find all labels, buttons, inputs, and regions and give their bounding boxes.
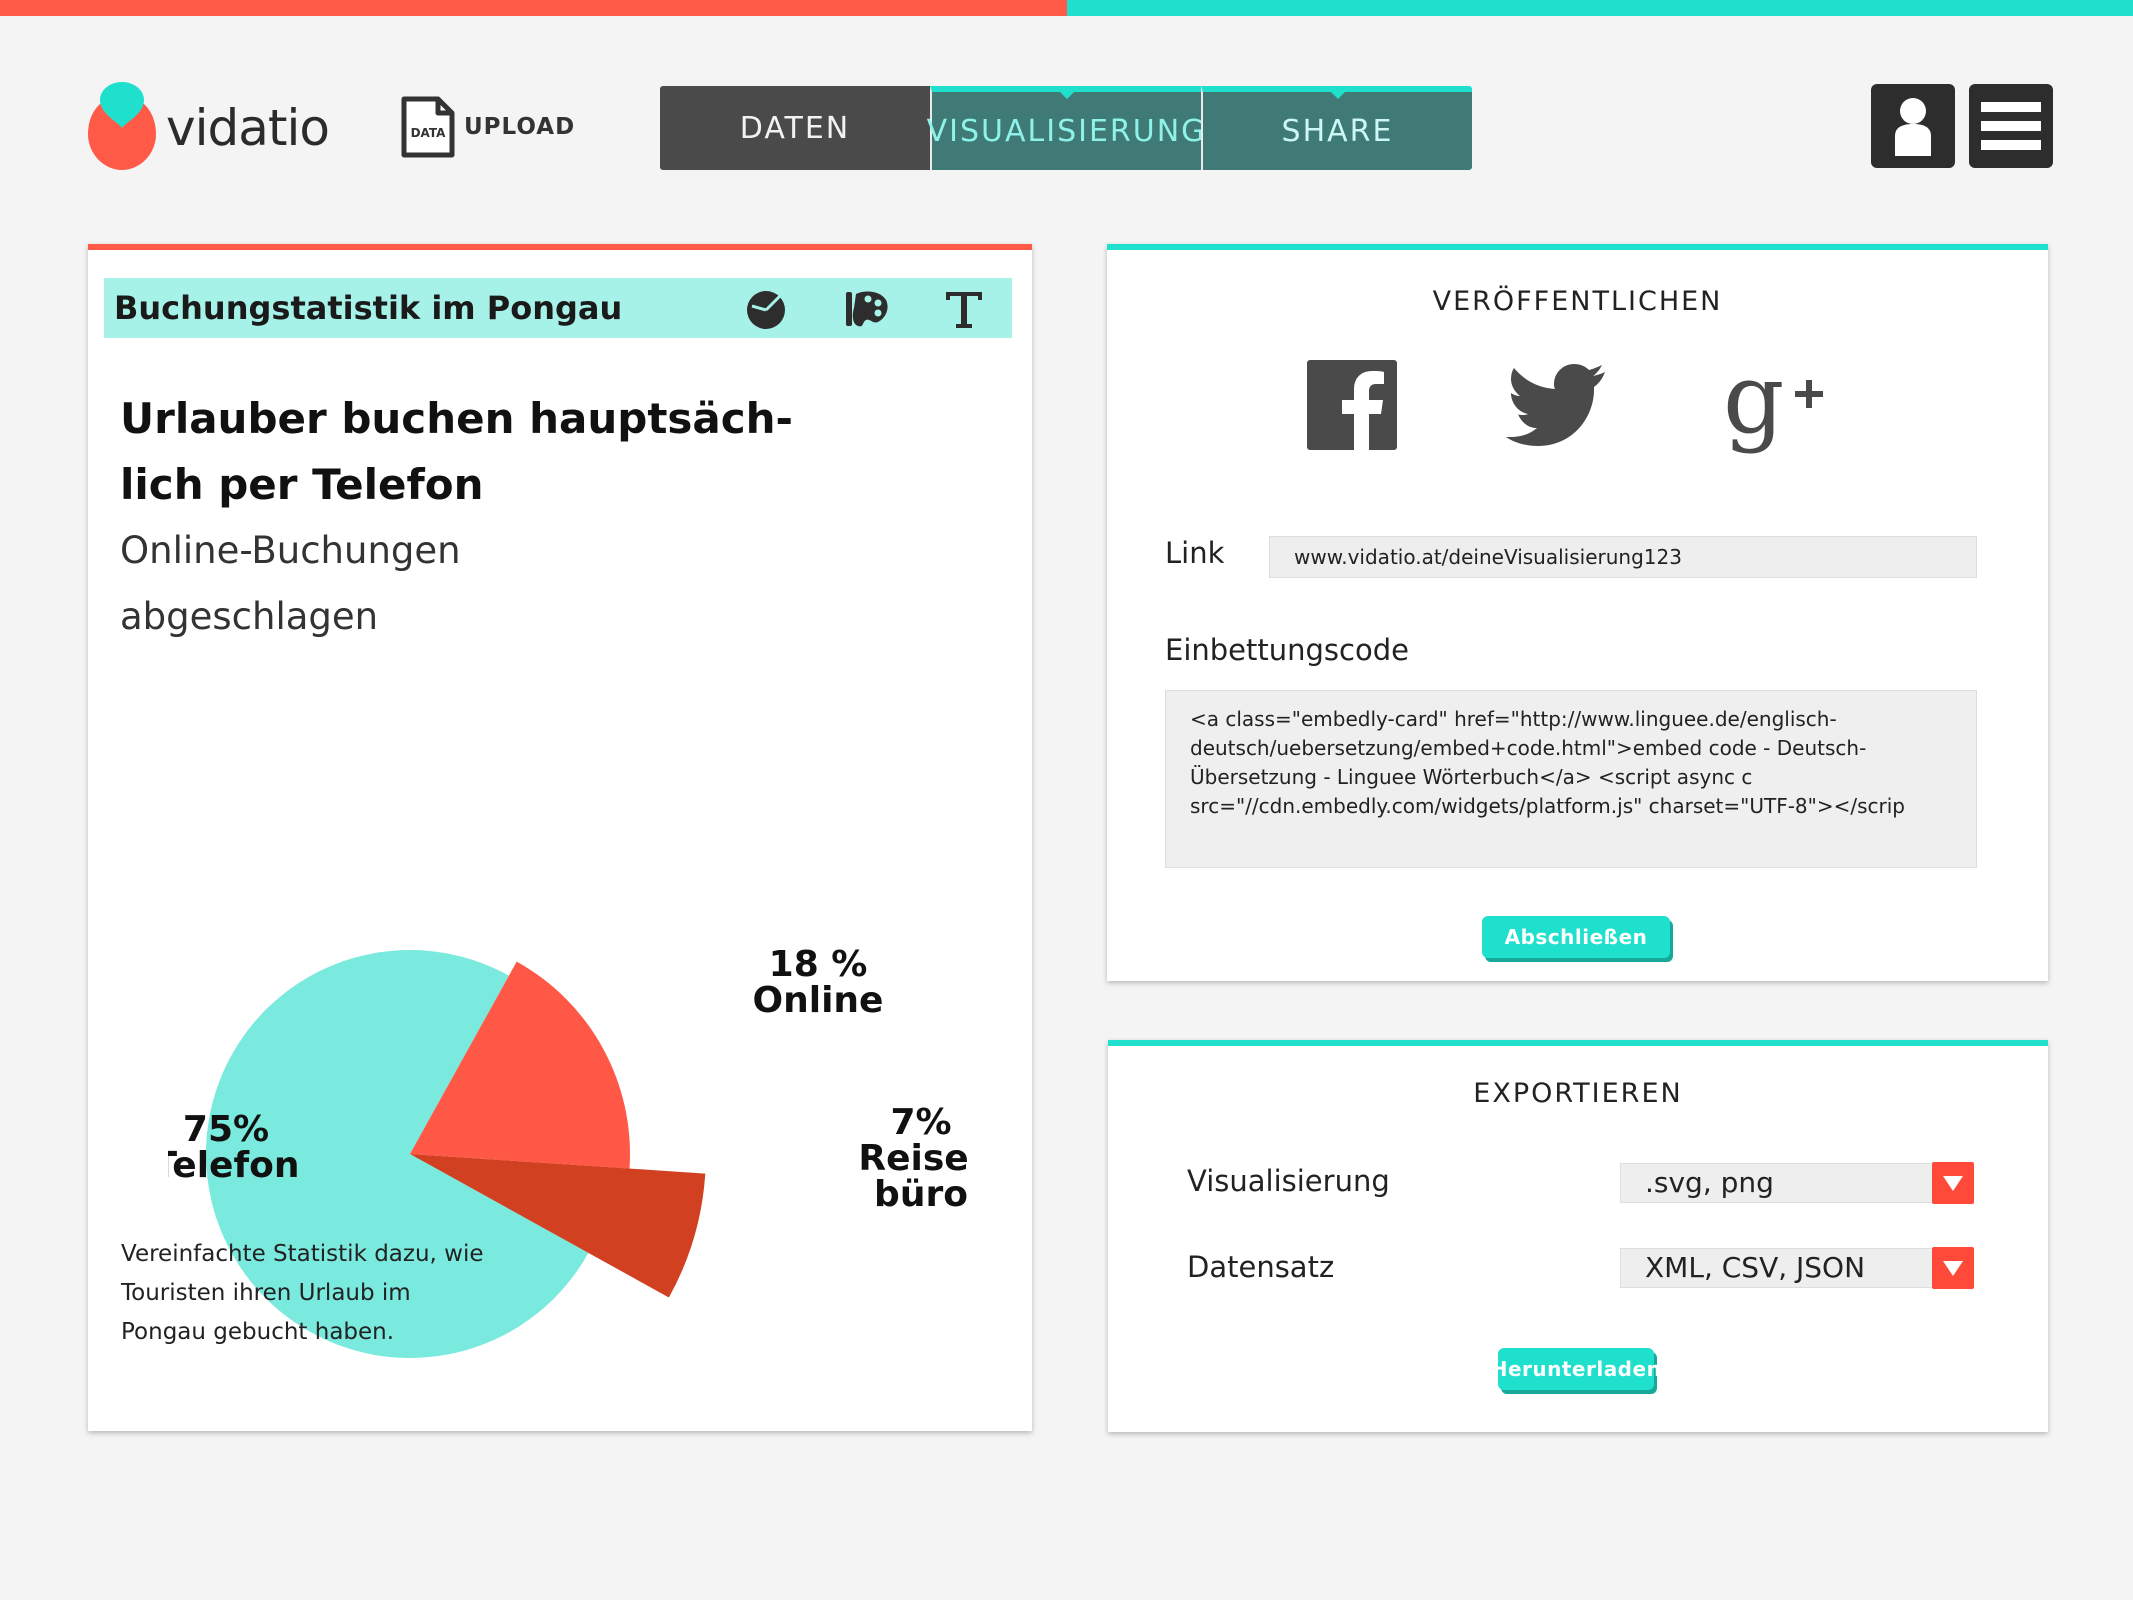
caption-line: Touristen ihren Urlaub im — [121, 1280, 411, 1306]
main-tabs: DATEN VISUALISIERUNG SHARE — [660, 86, 1474, 170]
user-icon — [1895, 98, 1931, 156]
chart-subheadline[interactable]: Online-Buchungen abgeschlagen — [120, 518, 720, 650]
finish-button[interactable]: Abschließen — [1482, 916, 1670, 958]
brand-name: vidatio — [166, 99, 330, 157]
logo-mark-icon — [88, 82, 156, 170]
link-field[interactable] — [1269, 536, 1977, 578]
top-stripe-turquoise — [1067, 0, 2133, 16]
visualization-format-select[interactable]: .svg, png — [1620, 1162, 1974, 1204]
caption-line: Vereinfachte Statistik dazu, wie — [121, 1241, 484, 1267]
publish-heading: VERÖFFENTLICHEN — [1432, 286, 1723, 317]
tab-visualisierung[interactable]: VISUALISIERUNG — [927, 86, 1204, 170]
dropdown-arrow-icon[interactable] — [1932, 1162, 1974, 1204]
embed-code-label: Einbettungscode — [1165, 633, 1409, 667]
svg-text:g: g — [1723, 350, 1784, 455]
download-button[interactable]: Herunterladen — [1491, 1348, 1661, 1390]
tab-visualisierung-label: VISUALISIERUNG — [926, 113, 1207, 149]
twitter-icon[interactable] — [1505, 350, 1615, 460]
data-label-reisebuero: 7%Reise-büro — [858, 1102, 968, 1215]
visualization-title-bar: Buchungstatistik im Pongau — [104, 278, 1012, 338]
pie-chart-icon[interactable] — [742, 284, 790, 332]
data-file-icon: DATA — [401, 96, 455, 158]
caption-line: Pongau gebucht haben. — [121, 1319, 395, 1345]
dataset-format-label: Datensatz — [1187, 1250, 1335, 1284]
tab-share-label: SHARE — [1281, 113, 1394, 149]
tab-daten-label: DATEN — [739, 110, 851, 146]
chart-caption[interactable]: Vereinfachte Statistik dazu, wie Tourist… — [121, 1235, 581, 1352]
data-label-online: 18 % Online — [753, 944, 884, 1021]
headline-line: Urlauber buchen hauptsäch- — [120, 394, 793, 443]
user-profile-button[interactable] — [1871, 84, 1955, 168]
tab-daten[interactable]: DATEN — [660, 86, 930, 170]
tab-share[interactable]: SHARE — [1201, 86, 1472, 170]
export-card: EXPORTIEREN Visualisierung .svg, png Dat… — [1108, 1040, 2048, 1432]
hamburger-menu-icon — [1981, 102, 2041, 150]
subheadline-line: abgeschlagen — [120, 595, 379, 638]
visualization-format-value: .svg, png — [1645, 1166, 1774, 1199]
headline-line: lich per Telefon — [120, 460, 484, 509]
tab-notch — [1329, 91, 1346, 99]
chart-headline[interactable]: Urlauber buchen hauptsäch- lich per Tele… — [120, 386, 820, 518]
tab-notch — [1058, 91, 1075, 99]
palette-icon[interactable] — [842, 284, 890, 332]
visualization-card: Buchungstatistik im Pongau Urlauber buch… — [88, 244, 1032, 1431]
upload-button[interactable]: DATA UPLOAD — [400, 95, 600, 159]
upload-label: UPLOAD — [464, 114, 576, 140]
publish-card: VERÖFFENTLICHEN g Link Einbettungscode <… — [1107, 244, 2048, 981]
dataset-format-value: XML, CSV, JSON — [1645, 1251, 1866, 1284]
visualization-title[interactable]: Buchungstatistik im Pongau — [114, 286, 622, 330]
text-icon[interactable] — [940, 284, 988, 332]
logo[interactable]: vidatio — [86, 82, 330, 172]
subheadline-line: Online-Buchungen — [120, 529, 461, 572]
export-heading: EXPORTIEREN — [1473, 1078, 1683, 1109]
facebook-icon[interactable] — [1297, 350, 1407, 460]
dropdown-arrow-icon[interactable] — [1932, 1247, 1974, 1289]
dataset-format-select[interactable]: XML, CSV, JSON — [1620, 1247, 1974, 1289]
top-stripe-coral — [0, 0, 1067, 16]
link-label: Link — [1165, 536, 1225, 570]
main-menu-button[interactable] — [1969, 84, 2053, 168]
visualization-format-label: Visualisierung — [1187, 1164, 1390, 1198]
embed-code-field[interactable]: <a class="embedly-card" href="http://www… — [1165, 690, 1977, 868]
file-icon-text: DATA — [411, 126, 447, 140]
google-plus-icon[interactable]: g — [1719, 350, 1829, 460]
